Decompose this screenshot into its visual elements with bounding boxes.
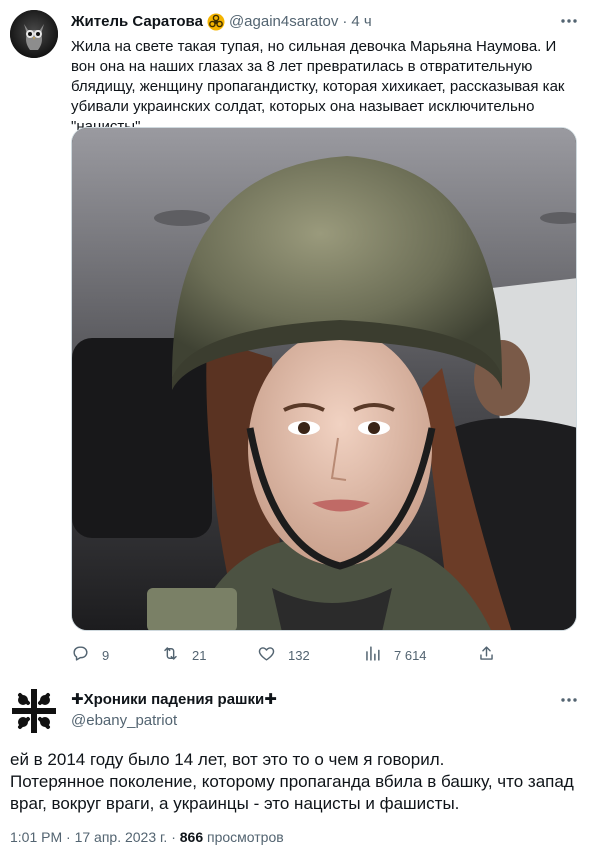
main-tweet: ✚Хроники падения рашки✚ @ebany_patriot е…: [0, 675, 590, 857]
author-handle[interactable]: @again4saratov: [229, 12, 338, 32]
author-name[interactable]: Житель Саратова: [71, 12, 203, 32]
tweet-text: Жила на свете такая тупая, но сильная де…: [71, 38, 565, 135]
header-separator: ·: [342, 13, 348, 30]
views-chart-icon[interactable]: [363, 644, 382, 666]
views-count: 7 614: [394, 647, 427, 663]
share-action[interactable]: [477, 644, 496, 666]
tweet-actions: 9 21 132 7 614: [71, 644, 501, 666]
tweet-time[interactable]: 4 ч: [351, 12, 371, 32]
views-count: 866: [179, 829, 204, 845]
avatar-cross[interactable]: [10, 687, 58, 735]
tweet-photo[interactable]: [71, 127, 577, 631]
tweet-date[interactable]: 17 апр. 2023 г.: [75, 829, 168, 845]
views-action[interactable]: 7 614: [363, 644, 427, 666]
retweet-count: 21: [192, 647, 207, 663]
more-options-icon[interactable]: [558, 10, 580, 32]
quoted-tweet-header: Житель Саратова @again4saratov · 4 ч: [71, 12, 372, 32]
retweet-action[interactable]: 21: [161, 644, 206, 666]
heart-icon[interactable]: [257, 644, 276, 666]
tweet-metadata: 1:01 PM · 17 апр. 2023 г. · 866 просмотр…: [10, 827, 284, 847]
reply-action[interactable]: 9: [71, 644, 109, 666]
tweet-time[interactable]: 1:01 PM: [10, 829, 62, 845]
share-icon[interactable]: [477, 644, 496, 666]
biohazard-badge-icon: [207, 13, 225, 31]
more-options-icon[interactable]: [558, 689, 580, 711]
quoted-tweet[interactable]: Житель Саратова @again4saratov · 4 ч Жил…: [0, 0, 590, 675]
author-handle[interactable]: @ebany_patriot: [71, 711, 177, 731]
meta-separator: ·: [66, 829, 71, 845]
like-count: 132: [288, 647, 310, 663]
author-name[interactable]: ✚Хроники падения рашки✚: [71, 690, 277, 710]
views-label: просмотров: [207, 829, 284, 845]
tweet-text: ей в 2014 году было 14 лет, вот это то о…: [10, 750, 574, 813]
like-action[interactable]: 132: [257, 644, 310, 666]
meta-separator: ·: [171, 829, 176, 845]
avatar-owl[interactable]: [10, 10, 58, 58]
retweet-icon[interactable]: [161, 644, 180, 666]
reply-count: 9: [102, 647, 110, 663]
reply-icon[interactable]: [71, 644, 90, 666]
